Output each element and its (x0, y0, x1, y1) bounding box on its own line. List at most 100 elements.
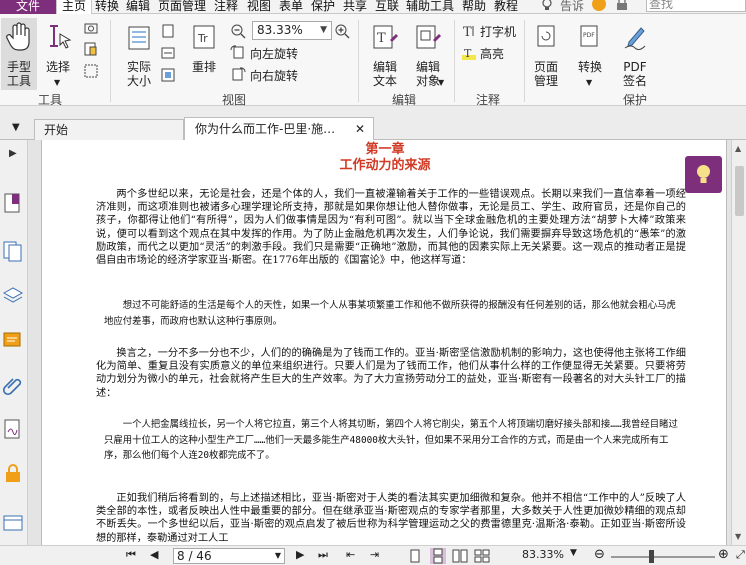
last-page-icon[interactable]: ⏭ (318, 548, 328, 562)
screenshot-icon[interactable] (84, 22, 98, 34)
lock-icon[interactable] (616, 0, 628, 10)
scrollbar-thumb[interactable] (735, 166, 744, 216)
menu-form[interactable]: 表单 (279, 0, 303, 14)
svg-text:T: T (463, 25, 472, 38)
ribbon-divider (454, 20, 455, 102)
scroll-down-icon[interactable]: ▼ (735, 532, 741, 541)
page-manage-button[interactable]: 页面 管理 (528, 18, 564, 90)
menu-accessibility[interactable]: 辅助工具 (406, 0, 454, 14)
foxit-account-icon[interactable] (592, 0, 606, 11)
security-lock-icon[interactable] (2, 462, 24, 484)
menu-protect[interactable]: 保护 (311, 0, 335, 14)
menu-convert[interactable]: 转换 (95, 0, 119, 14)
actual-size-icon (128, 26, 150, 50)
select-button[interactable]: 选择 ▼ (40, 18, 76, 90)
paragraph: 换言之，一分不多一分也不少，人们的的确确是为了钱而工作的。亚当·斯密坚信激励机制… (96, 348, 686, 399)
scroll-up-icon[interactable]: ▲ (735, 144, 741, 153)
edit-object-button[interactable]: 编辑 对象 ▼ (408, 18, 448, 90)
reflow-button[interactable]: Tr 重排 (186, 18, 222, 90)
highlight-button[interactable]: 高亮 (480, 45, 504, 62)
zoom-dropdown[interactable]: 83.33% ▼ (252, 21, 332, 40)
menu-annotate[interactable]: 注释 (214, 0, 238, 14)
attachment-icon[interactable] (2, 374, 24, 396)
smart-tips-button[interactable] (685, 156, 722, 193)
fullscreen-icon[interactable]: ⤢ (736, 548, 745, 562)
previous-view-icon[interactable]: ⇤ (346, 548, 355, 561)
bookmark-icon[interactable] (2, 192, 24, 214)
rotate-right-button[interactable]: 向右旋转 (250, 67, 298, 84)
chevron-down-icon: ▼ (438, 78, 445, 87)
continuous-facing-view-icon[interactable] (474, 549, 490, 563)
previous-page-icon[interactable]: ◀ (150, 548, 158, 561)
tab-document[interactable]: 你为什么而工作-巴里·施… ✕ (184, 117, 374, 141)
actual-size-button[interactable]: 实际 大小 (120, 18, 158, 90)
ribbon-divider (358, 20, 359, 102)
document-viewport[interactable]: 第一章 工作动力的来源 两个多世纪以来，无论是社会，还是个体的人，我们一直被灌输… (28, 140, 731, 545)
first-page-icon[interactable]: ⏮ (126, 548, 136, 562)
facing-view-icon[interactable] (452, 549, 468, 563)
fit-visible-icon[interactable] (161, 68, 175, 82)
ribbon-divider (110, 20, 111, 102)
tab-start[interactable]: 开始 (34, 119, 184, 140)
close-icon[interactable]: ✕ (355, 118, 365, 140)
edit-text-button[interactable]: T 编辑 文本 (366, 18, 404, 90)
snapshot-select-icon[interactable] (84, 64, 98, 78)
typewriter-icon: T (463, 25, 474, 38)
reflow-label: 重排 (191, 60, 216, 74)
zoom-slider[interactable] (611, 556, 715, 558)
zoom-in-icon[interactable]: ⊕ (718, 547, 729, 562)
zoom-level-text[interactable]: 83.33% (522, 548, 564, 561)
layers-icon[interactable] (2, 284, 24, 306)
menu-share[interactable]: 共享 (343, 0, 367, 14)
svg-text:T: T (377, 31, 386, 46)
rotate-right-icon (232, 67, 246, 81)
lightbulb-icon[interactable] (540, 0, 554, 12)
page-manage-label: 页面 管理 (533, 60, 558, 88)
pdf-sign-button[interactable]: PDF 签名 (616, 18, 654, 90)
paragraph: 正如我们稍后将看到的，与上述描述相比，亚当·斯密对于人类的看法其实更加细微和复杂… (96, 493, 686, 544)
fit-page-icon[interactable] (161, 24, 175, 38)
edit-text-icon: T (373, 25, 398, 49)
menu-tutorial[interactable]: 教程 (494, 0, 518, 14)
single-page-view-icon[interactable] (408, 549, 422, 563)
pdf-page: 第一章 工作动力的来源 两个多世纪以来，无论是社会，还是个体的人，我们一直被灌输… (41, 140, 727, 545)
page-thumbnails-icon[interactable] (2, 240, 24, 262)
expand-panel-icon[interactable]: ▶ (9, 148, 17, 159)
pen-sign-icon (624, 27, 646, 50)
search-input[interactable]: 查找 (646, 0, 746, 12)
comments-icon[interactable] (2, 330, 24, 352)
tell-me-label[interactable]: 告诉 (560, 0, 584, 14)
menu-page-manage[interactable]: 页面管理 (158, 0, 206, 14)
typewriter-button[interactable]: 打字机 (480, 23, 516, 40)
page-number-input[interactable]: 8 / 46 ▼ (173, 548, 285, 564)
menu-view[interactable]: 视图 (247, 0, 271, 14)
zoom-out-icon[interactable] (230, 23, 246, 39)
menu-file[interactable]: 文件 (0, 0, 56, 14)
tab-menu-icon[interactable]: ▼ (12, 122, 20, 133)
chevron-down-icon[interactable]: ▼ (570, 548, 577, 558)
menu-edit[interactable]: 编辑 (126, 0, 150, 14)
rotate-left-button[interactable]: 向左旋转 (250, 45, 298, 62)
zoom-out-icon[interactable]: ⊖ (594, 547, 605, 562)
convert-icon: PDF (580, 25, 598, 47)
vertical-scrollbar[interactable]: ▲ ▼ (731, 140, 746, 545)
rotate-left-icon (230, 45, 244, 59)
menu-home[interactable]: 主页 (56, 0, 92, 15)
hand-tool-button[interactable]: 手型 工具 (1, 18, 37, 90)
pdf-sign-label: PDF 签名 (622, 60, 647, 88)
menu-help[interactable]: 帮助 (462, 0, 486, 14)
next-page-icon[interactable]: ▶ (296, 548, 304, 561)
zoom-slider-handle[interactable] (648, 550, 654, 563)
actual-size-label: 实际 大小 (126, 60, 151, 88)
convert-button[interactable]: PDF 转换 ▼ (572, 18, 608, 90)
clipboard-icon[interactable] (84, 42, 102, 56)
menu-connect[interactable]: 互联 (375, 0, 399, 14)
next-view-icon[interactable]: ⇥ (370, 548, 379, 561)
paragraph: 两个多世纪以来，无论是社会，还是个体的人，我们一直被灌输着关于工作的一些错误观点… (96, 189, 686, 267)
signature-panel-icon[interactable] (2, 418, 24, 440)
fit-width-icon[interactable] (161, 46, 175, 60)
continuous-view-icon[interactable] (430, 548, 446, 564)
zoom-in-icon[interactable] (334, 23, 350, 39)
chapter-title: 工作动力的来源 (339, 158, 431, 173)
form-fields-icon[interactable] (2, 512, 24, 534)
